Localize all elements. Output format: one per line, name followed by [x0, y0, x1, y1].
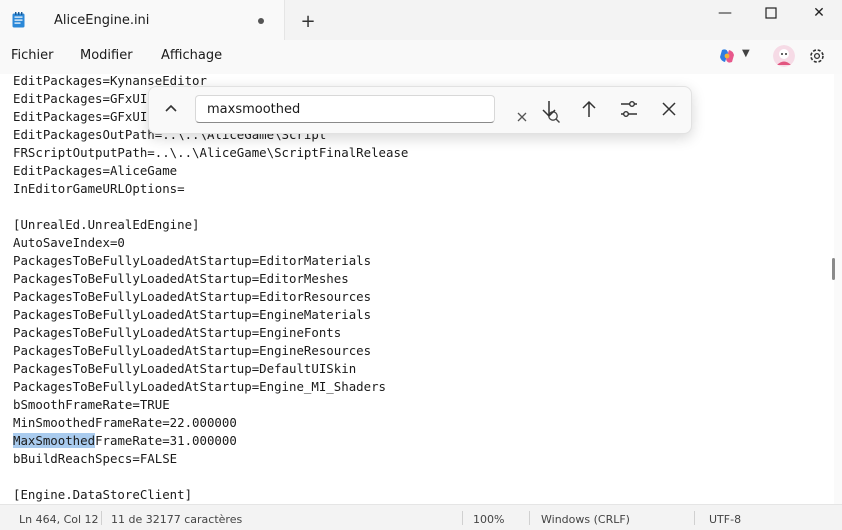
editor-line: FRScriptOutputPath=..\..\AliceGame\Scrip… [13, 145, 409, 160]
status-divider [101, 511, 102, 525]
editor-line: [Engine.DataStoreClient] [13, 487, 193, 502]
maximize-icon [765, 7, 777, 19]
clear-icon[interactable] [514, 109, 530, 125]
unsaved-dot-icon [258, 18, 264, 24]
avatar[interactable] [773, 45, 795, 67]
menu-file[interactable]: Fichier [11, 48, 54, 63]
editor-line-rest: FrameRate=31.000000 [95, 433, 237, 448]
arrow-down-icon[interactable] [538, 98, 560, 120]
arrow-up-icon[interactable] [578, 98, 600, 120]
editor-line: bBuildReachSpecs=FALSE [13, 451, 178, 466]
find-panel: maxsmoothed [148, 86, 692, 134]
zoom-level[interactable]: 100% [473, 513, 504, 526]
find-query: maxsmoothed [207, 102, 301, 117]
text-editor[interactable]: EditPackages=KynanseEditor EditPackages=… [0, 74, 834, 504]
menu-edit[interactable]: Modifier [80, 48, 133, 63]
close-window-button[interactable]: ✕ [796, 0, 842, 28]
cursor-position: Ln 464, Col 12 [19, 513, 99, 526]
chevron-up-icon[interactable] [159, 97, 183, 121]
editor-line: PackagesToBeFullyLoadedAtStartup=Engine_… [13, 379, 386, 394]
encoding[interactable]: UTF-8 [709, 513, 741, 526]
selection-count: 11 de 32177 caractères [111, 513, 243, 526]
editor-line: PackagesToBeFullyLoadedAtStartup=EngineM… [13, 307, 372, 322]
status-bar: Ln 464, Col 12 11 de 32177 caractères 10… [0, 504, 842, 530]
search-match-highlight: MaxSmoothed [13, 433, 96, 448]
menu-view[interactable]: Affichage [161, 48, 222, 63]
editor-line: PackagesToBeFullyLoadedAtStartup=EngineF… [13, 325, 342, 340]
editor-line: PackagesToBeFullyLoadedAtStartup=EditorM… [13, 271, 349, 286]
options-sliders-icon[interactable] [618, 98, 640, 120]
chevron-down-icon[interactable]: ▼ [742, 48, 750, 59]
editor-line: AutoSaveIndex=0 [13, 235, 125, 250]
editor-line: EditPackages=AliceGame [13, 163, 178, 178]
editor-text: EditPackages=KynanseEditor EditPackages=… [13, 74, 408, 504]
menu-bar: Fichier Modifier Affichage [0, 40, 842, 74]
editor-line: [UnrealEd.UnrealEdEngine] [13, 217, 200, 232]
vertical-scrollbar[interactable] [834, 74, 842, 504]
notepad-icon [12, 12, 25, 28]
editor-line: PackagesToBeFullyLoadedAtStartup=Default… [13, 361, 357, 376]
gear-icon[interactable] [808, 47, 826, 65]
status-divider [694, 511, 695, 525]
editor-line: PackagesToBeFullyLoadedAtStartup=EditorM… [13, 253, 372, 268]
copilot-icon[interactable] [718, 47, 736, 65]
close-find-icon[interactable] [658, 98, 680, 120]
maximize-button[interactable] [748, 0, 794, 28]
line-endings[interactable]: Windows (CRLF) [541, 513, 630, 526]
tab-title: AliceEngine.ini [54, 13, 150, 28]
editor-line: PackagesToBeFullyLoadedAtStartup=EngineR… [13, 343, 372, 358]
document-tab[interactable]: AliceEngine.ini [0, 0, 285, 40]
find-input[interactable]: maxsmoothed [195, 95, 560, 123]
status-divider [462, 511, 463, 525]
minimize-button[interactable]: — [702, 0, 748, 28]
new-tab-button[interactable]: + [296, 10, 320, 34]
status-divider [529, 511, 530, 525]
scrollbar-thumb[interactable] [832, 258, 835, 280]
editor-line: MinSmoothedFrameRate=22.000000 [13, 415, 237, 430]
editor-line: PackagesToBeFullyLoadedAtStartup=EditorR… [13, 289, 372, 304]
editor-line: EditPackages=GFxUI [13, 91, 148, 106]
editor-line: InEditorGameURLOptions= [13, 181, 185, 196]
title-bar: AliceEngine.ini + — ✕ [0, 0, 842, 40]
editor-line: bSmoothFrameRate=TRUE [13, 397, 170, 412]
